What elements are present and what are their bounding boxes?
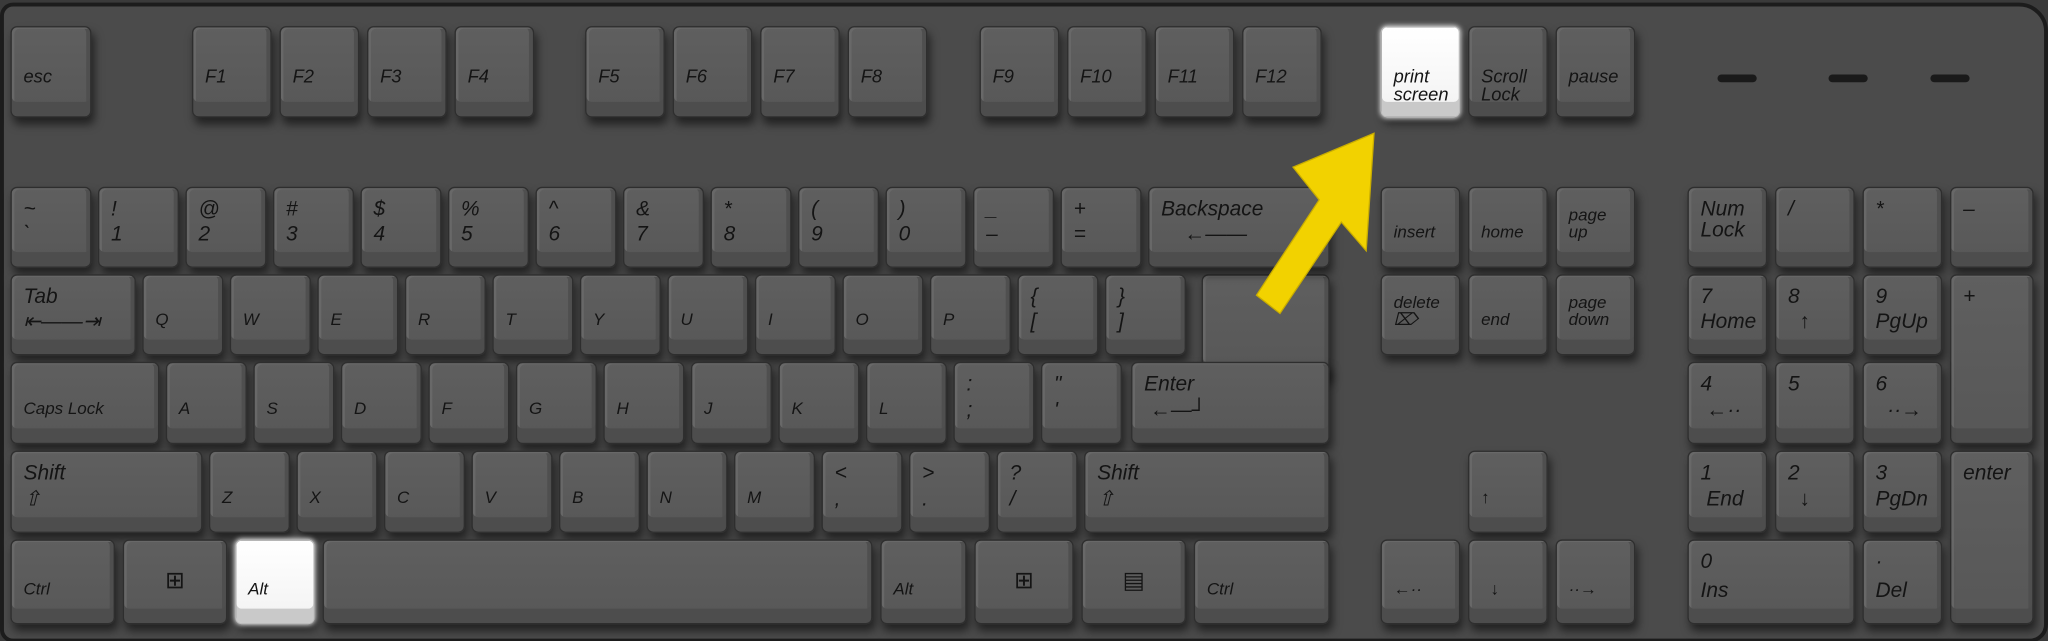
keyboard-illustration: esc F1 F2 F3 F4 F5 F6 F7 F8 F9 F10 F11 F12 print scre… <box>0 0 2048 641</box>
keyboard: esc F1 F2 F3 F4 F5 F6 F7 F8 F9 F10 F11 F12 print scre… <box>0 0 2048 641</box>
arrow-shape <box>1255 132 1375 315</box>
yellow-arrow-icon <box>1255 132 1375 315</box>
